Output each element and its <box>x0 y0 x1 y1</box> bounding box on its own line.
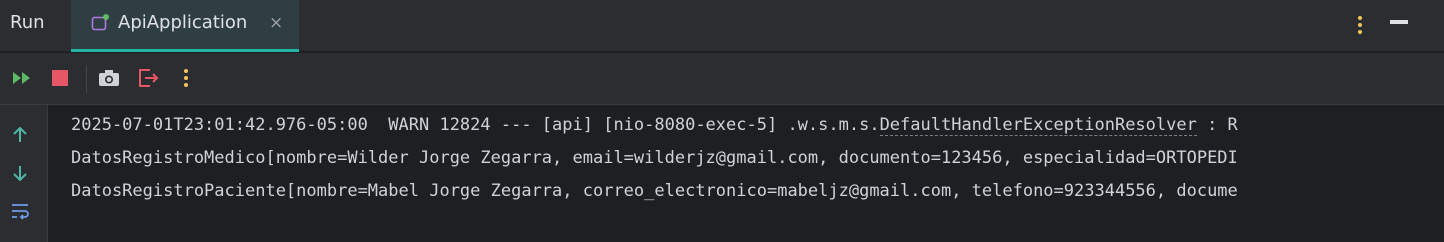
log-line: DatosRegistroMedico[nombre=Wilder Jorge … <box>71 148 1238 168</box>
run-tool-window-header: Run ApiApplication × <box>0 0 1444 52</box>
rerun-icon[interactable] <box>10 66 34 90</box>
camera-icon[interactable] <box>97 66 121 90</box>
tool-window-title: Run <box>10 12 45 33</box>
tab-apiapplication[interactable]: ApiApplication × <box>71 0 299 52</box>
stop-icon[interactable] <box>48 66 72 90</box>
log-line-prefix: 2025-07-01T23:01:42.976-05:00 WARN 12824… <box>71 115 880 135</box>
close-icon[interactable]: × <box>269 13 283 33</box>
console-gutter <box>0 105 48 242</box>
class-link[interactable]: DefaultHandlerExceptionResolver <box>879 115 1197 136</box>
run-toolbar <box>0 53 1444 105</box>
console-output[interactable]: 2025-07-01T23:01:42.976-05:00 WARN 12824… <box>49 105 1444 242</box>
options-menu-icon[interactable] <box>1352 14 1368 36</box>
tab-active-indicator <box>71 49 299 52</box>
log-line: DatosRegistroPaciente[nombre=Mabel Jorge… <box>71 181 1238 201</box>
down-arrow-icon[interactable] <box>10 163 30 183</box>
log-line: 2025-07-01T23:01:42.976-05:00 WARN 12824… <box>71 115 1238 136</box>
soft-wrap-icon[interactable] <box>10 201 30 221</box>
tab-label: ApiApplication <box>118 12 248 33</box>
exit-icon[interactable] <box>136 66 160 90</box>
up-arrow-icon[interactable] <box>10 125 30 145</box>
toolbar-separator <box>86 65 87 93</box>
log-line-suffix: : R <box>1196 115 1238 135</box>
application-icon <box>91 14 109 31</box>
minimize-icon[interactable] <box>1390 20 1408 24</box>
more-icon[interactable] <box>174 66 198 90</box>
